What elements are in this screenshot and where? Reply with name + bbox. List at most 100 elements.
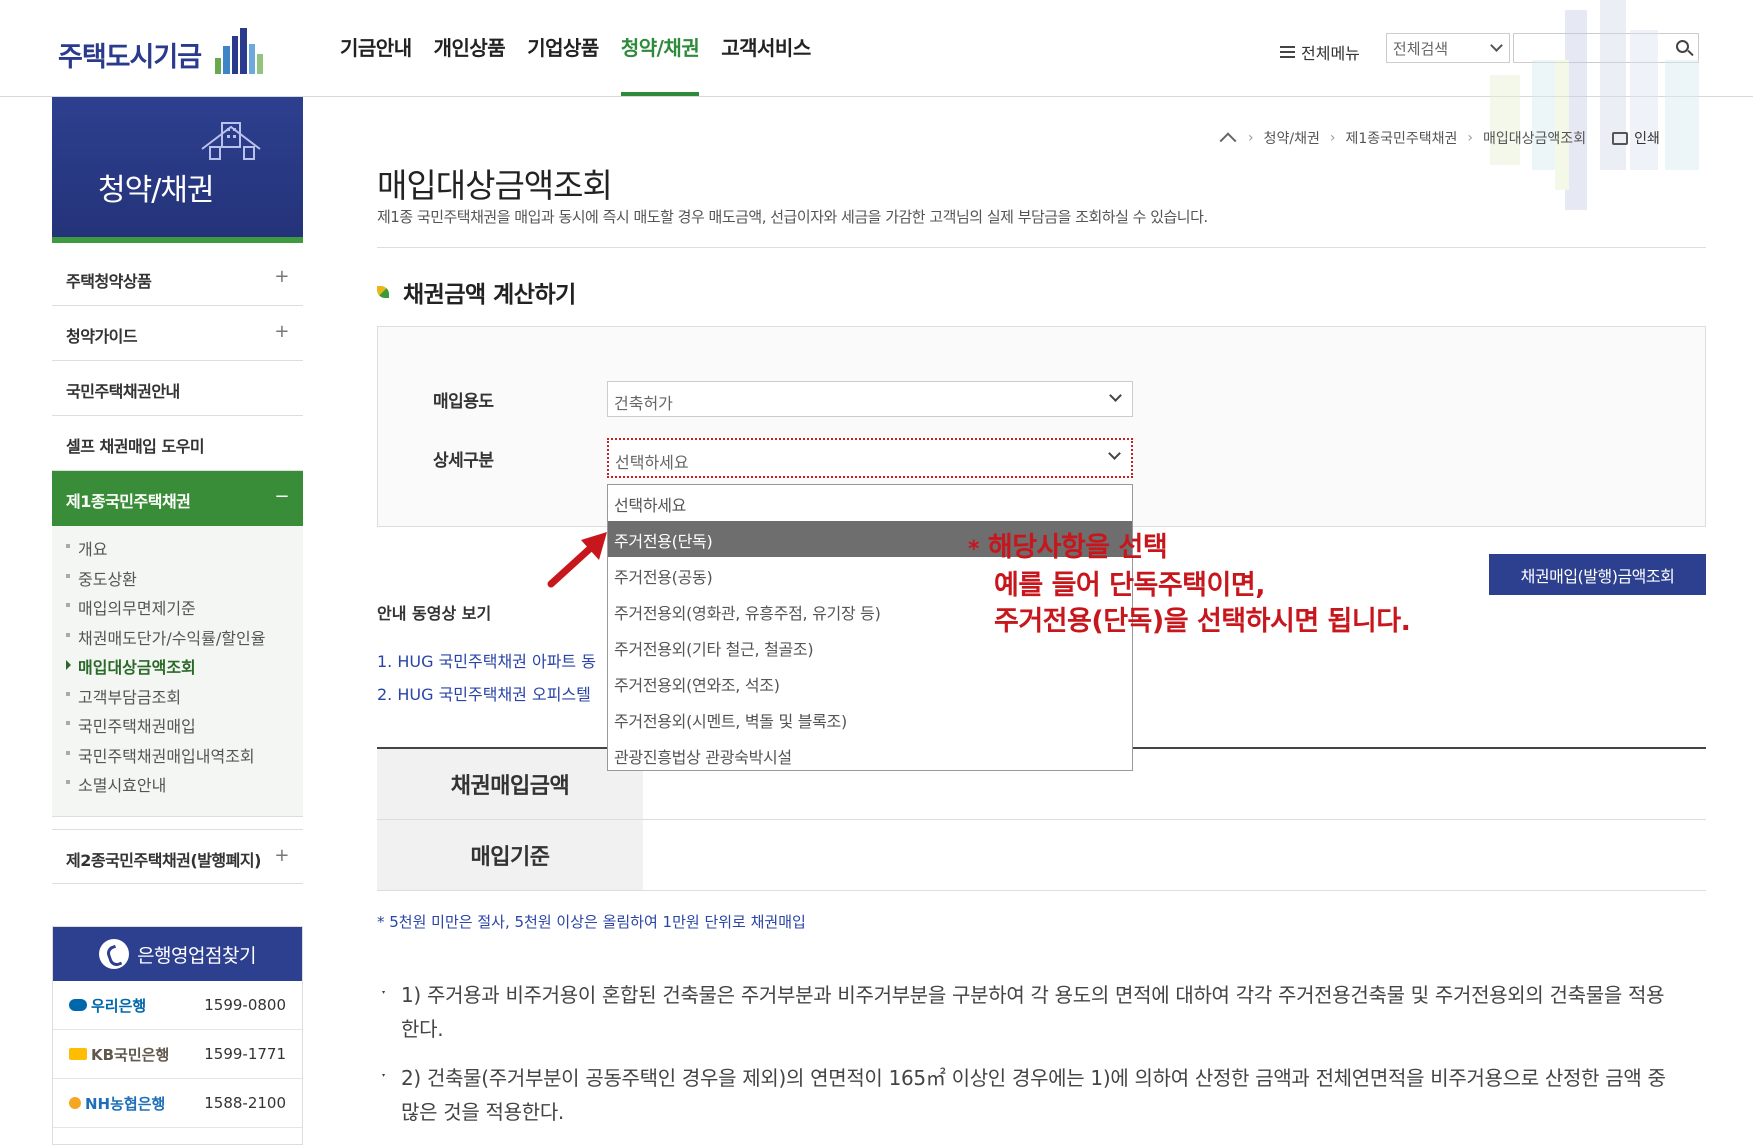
breadcrumb-item[interactable]: 제1종국민주택채권 [1345,128,1457,148]
annotation-arrow-icon [547,532,607,588]
annotation-line-1-text: 해당사항을 선택 [987,532,1168,563]
chevron-down-icon [1490,39,1503,52]
hamburger-icon [1280,46,1295,58]
sidebar-item-label: 셀프 채권매입 도우미 [66,437,205,456]
bank-name: NH농협은행 [69,1093,165,1114]
purpose-label: 매입용도 [433,392,494,412]
all-menu-button[interactable]: 전체메뉴 [1280,40,1360,64]
page-description: 제1종 국민주택채권을 매입과 동시에 즉시 매도할 경우 매도금액, 선급이자… [377,208,1208,226]
collapse-icon[interactable]: − [274,486,289,507]
purpose-select-value: 건축허가 [614,394,673,413]
site-header: 주택도시기금 기금안내 개인상품 기업상품 청약/채권 고객서비스 전체메뉴 전… [0,0,1753,97]
dropdown-option[interactable]: 주거전용외(시멘트, 벽돌 및 블록조) [608,701,1132,737]
bank-phone: 1588-2100 [204,1094,286,1112]
dropdown-option[interactable]: 주거전용외(연와조, 석조) [608,665,1132,701]
sidebar-item-bond-info[interactable]: 국민주택채권안내 [52,361,303,416]
chevron-down-icon [1108,447,1121,460]
result-label: 매입기준 [377,820,643,890]
submenu-sale-price[interactable]: 채권매도단가/수익률/할인율 [66,625,303,655]
logo-text: 주택도시기금 [58,41,202,73]
video-link-apartment[interactable]: 1. HUG 국민주택채권 아파트 동 [377,648,596,672]
bank-finder-header[interactable]: 은행영업점찾기 [53,927,302,981]
sidebar-item-self-purchase-helper[interactable]: 셀프 채권매입 도우미 [52,416,303,471]
expand-icon[interactable]: + [274,845,289,866]
sidebar-title: 청약/채권 [98,173,215,208]
expand-icon[interactable]: + [274,266,289,287]
nav-subscription-bonds[interactable]: 청약/채권 [620,32,700,96]
sidebar-item-housing-subscription[interactable]: 주택청약상품 + [52,251,303,306]
print-button[interactable]: 인쇄 [1612,128,1660,148]
bank-name: 우리은행 [69,995,146,1016]
breadcrumb-separator-icon: › [1467,130,1474,146]
result-value [643,820,1706,890]
sidebar-item-subscription-guide[interactable]: 청약가이드 + [52,306,303,361]
dropdown-option[interactable]: 선택하세요 [608,485,1132,521]
breadcrumb-item[interactable]: 청약/채권 [1264,128,1320,148]
guide-paragraph: ˑ 2) 건축물(주거부분이 공동주택인 경우을 제외)의 연면적이 165㎡ … [381,1061,1681,1129]
breadcrumb-item[interactable]: 매입대상금액조회 [1483,128,1586,148]
kb-bank-logo-icon [69,1048,87,1060]
sidebar-submenu: 개요 중도상환 매입의무면제기준 채권매도단가/수익률/할인율 매입대상금액조회… [52,526,303,817]
annotation-line-2: 예를 들어 단독주택이면, [994,570,1265,601]
video-guide-title: 안내 동영상 보기 [377,604,492,623]
submenu-purchase-amount-lookup[interactable]: 매입대상금액조회 [66,654,303,684]
bank-row[interactable]: 우리은행 1599-0800 [53,981,302,1030]
rounding-note: * 5천원 미만은 절사, 5천원 이상은 올림하여 1만원 단위로 채권매입 [377,913,806,931]
bank-name-text: 우리은행 [91,996,147,1015]
bank-name-text: KB국민은행 [91,1045,170,1064]
bank-phone: 1599-1771 [204,1045,286,1063]
purpose-select[interactable]: 건축허가 [607,381,1133,417]
sidebar-item-label: 제2종국민주택채권(발행폐지) [66,850,261,870]
section-title: 채권금액 계산하기 [377,275,576,309]
search-input[interactable] [1512,33,1699,63]
nav-customer-service[interactable]: 고객서비스 [721,32,811,96]
bond-amount-lookup-button[interactable]: 채권매입(발행)금액조회 [1489,554,1706,595]
submenu-exemption-criteria[interactable]: 매입의무면제기준 [66,595,303,625]
nav-corporate-products[interactable]: 기업상품 [527,32,599,96]
leaf-icon [377,286,389,298]
phone-icon [99,939,130,969]
annotation-asterisk: * [968,537,980,562]
home-icon[interactable] [1220,132,1234,144]
submenu-customer-burden-lookup[interactable]: 고객부담금조회 [66,684,303,714]
bank-name-text: NH농협은행 [85,1094,166,1113]
submenu-prescription-guide[interactable]: 소멸시효안내 [66,772,303,802]
search-scope-select[interactable]: 전체검색 [1385,33,1510,63]
sidebar-item-first-class-bond[interactable]: 제1종국민주택채권 − [52,471,303,526]
site-logo[interactable]: 주택도시기금 [58,28,269,80]
breadcrumb: › 청약/채권 › 제1종국민주택채권 › 매입대상금액조회 인쇄 [1220,128,1660,148]
bank-row[interactable]: NH농협은행 1588-2100 [53,1079,302,1128]
logo-bars-icon [211,28,269,80]
search-scope-value: 전체검색 [1392,40,1449,58]
sidebar-item-label: 주택청약상품 [66,272,152,291]
detail-select[interactable]: 선택하세요 [607,438,1133,478]
result-label: 채권매입금액 [377,749,643,819]
bank-finder: 은행영업점찾기 우리은행 1599-0800 KB국민은행 1599-1771 … [52,926,303,1145]
header-tools: 전체메뉴 전체검색 [1280,32,1699,64]
search-icon[interactable] [1675,40,1689,53]
bank-phone: 1599-0800 [204,996,286,1014]
bank-finder-title: 은행영업점찾기 [137,944,256,967]
section-title-text: 채권금액 계산하기 [403,282,576,308]
nav-fund-info[interactable]: 기금안내 [340,32,412,96]
all-menu-label: 전체메뉴 [1301,44,1360,63]
dropdown-option[interactable]: 관광진흥법상 관광숙박시설 [608,737,1132,773]
breadcrumb-separator-icon: › [1329,130,1336,146]
bank-row[interactable]: KB국민은행 1599-1771 [53,1030,302,1079]
annotation-callout: * 해당사항을 선택 예를 들어 단독주택이면, 주거전용(단독)을 선택하시면… [968,530,1411,640]
breadcrumb-separator-icon: › [1248,130,1254,146]
video-link-officetel[interactable]: 2. HUG 국민주택채권 오피스텔 [377,681,591,705]
sidebar-item-label: 청약가이드 [66,327,138,346]
submenu-bond-purchase[interactable]: 국민주택채권매입 [66,713,303,743]
sidebar-item-second-class-bond[interactable]: 제2종국민주택채권(발행폐지) + [52,828,303,884]
annotation-line-1: * 해당사항을 선택 [968,530,1410,568]
sidebar-menu: 주택청약상품 + 청약가이드 + 국민주택채권안내 셀프 채권매입 도우미 제1… [52,251,303,884]
main-nav: 기금안내 개인상품 기업상품 청약/채권 고객서비스 [340,32,811,96]
expand-icon[interactable]: + [274,321,289,342]
submenu-overview[interactable]: 개요 [66,536,303,566]
submenu-purchase-history[interactable]: 국민주택채권매입내역조회 [66,743,303,773]
nav-personal-products[interactable]: 개인상품 [434,32,506,96]
detail-select-value: 선택하세요 [615,453,689,472]
guide-paragraph-text: 2) 건축물(주거부분이 공동주택인 경우을 제외)의 연면적이 165㎡ 이상… [401,1066,1666,1124]
submenu-early-repayment[interactable]: 중도상환 [66,566,303,596]
